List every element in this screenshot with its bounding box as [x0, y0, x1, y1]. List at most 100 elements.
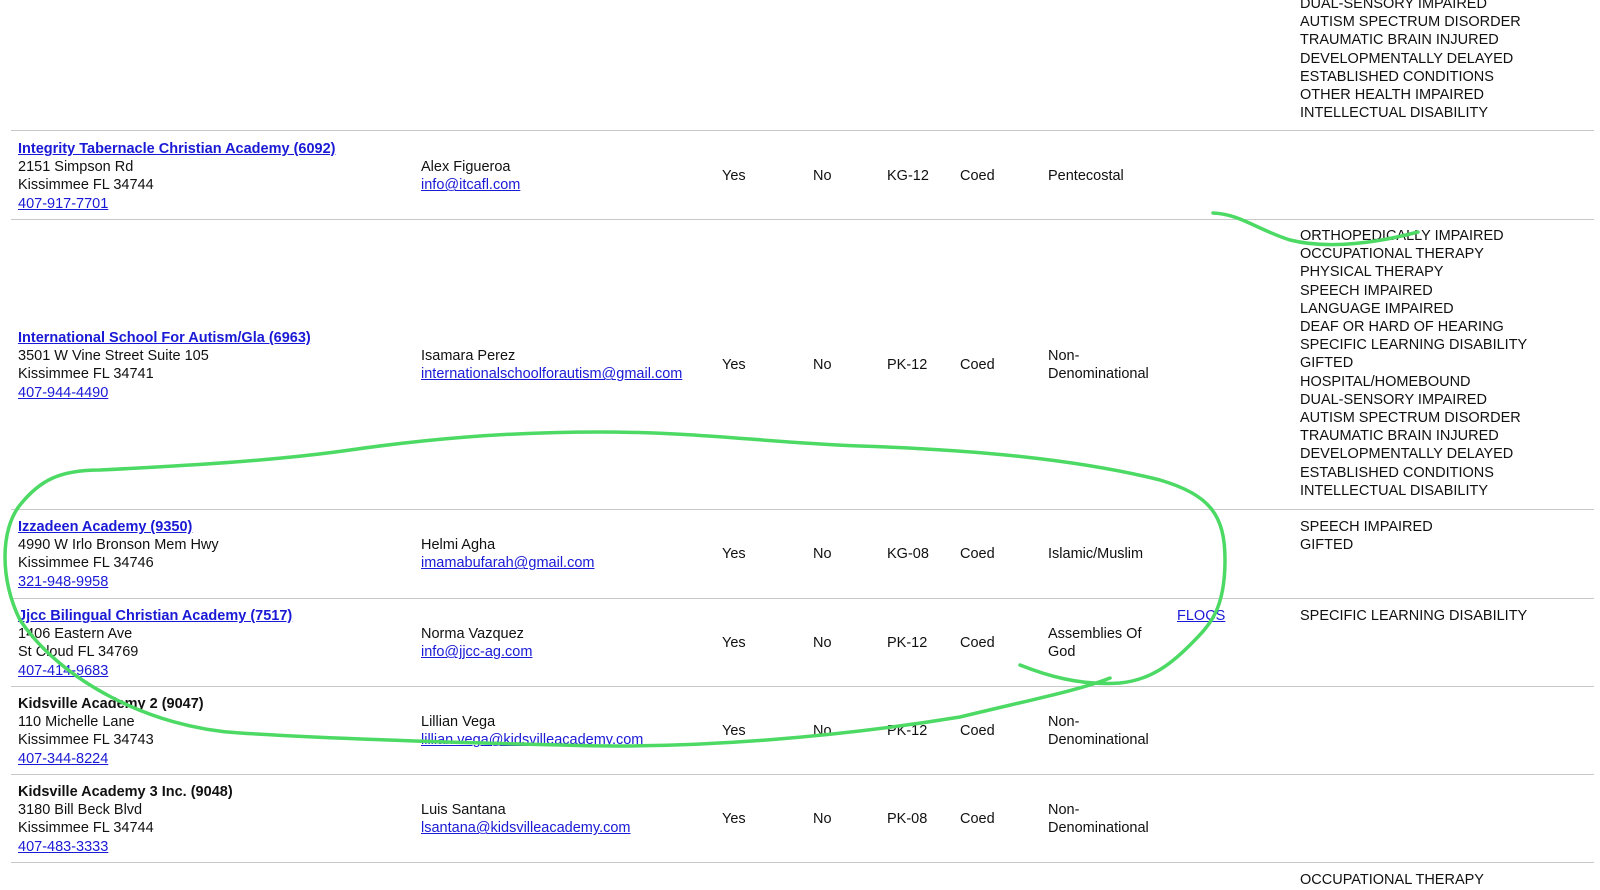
religion-line: Denominational [1048, 820, 1149, 837]
school-name-link[interactable]: International School For Autism/Gla (696… [18, 330, 311, 346]
row-divider [11, 598, 1594, 599]
exceptionality-item: DEVELOPMENTALLY DELAYED [1300, 446, 1514, 463]
religion-line: Non- [1048, 714, 1080, 730]
exceptionality-item: PHYSICAL THERAPY [1300, 264, 1444, 281]
religion-line: Assemblies Of [1048, 626, 1142, 642]
school-info: Kidsville Academy 2 (9047) 110 Michelle … [18, 695, 204, 768]
religion-line: Non- [1048, 348, 1080, 364]
phone-link[interactable]: 407-917-7701 [18, 196, 108, 212]
col-a-value: Yes [722, 811, 746, 827]
row-divider [11, 862, 1594, 863]
religion-line: Pentecostal [1048, 168, 1124, 184]
col-a-value: Yes [722, 635, 746, 651]
contact-info: Norma Vazquez info@jjcc-ag.com [421, 625, 532, 661]
gender-type: Coed [960, 357, 995, 373]
contact-info: Helmi Agha imamabufarah@gmail.com [421, 536, 594, 572]
contact-name: Luis Santana [421, 802, 506, 818]
phone-link[interactable]: 407-414-9683 [18, 663, 108, 679]
exceptionality-item: LANGUAGE IMPAIRED [1300, 300, 1454, 317]
gender-type: Coed [960, 546, 995, 562]
contact-info: Isamara Perez internationalschoolforauti… [421, 347, 682, 383]
exceptionality-item: AUTISM SPECTRUM DISORDER [1300, 14, 1521, 31]
exceptionality-item: SPECIFIC LEARNING DISABILITY [1300, 608, 1528, 624]
contact-name: Alex Figueroa [421, 159, 511, 175]
exceptionality-item: TRAUMATIC BRAIN INJURED [1300, 428, 1499, 445]
religion-line: Islamic/Muslim [1048, 546, 1144, 562]
col-a-value: Yes [722, 546, 746, 562]
gender-type: Coed [960, 635, 995, 651]
email-link[interactable]: internationalschoolforautism@gmail.com [421, 366, 682, 382]
col-b-value: No [813, 635, 832, 651]
exceptionality-item: OCCUPATIONAL THERAPY [1300, 872, 1484, 888]
address-line: 3180 Bill Beck Blvd [18, 802, 143, 819]
row-divider [11, 509, 1594, 510]
city-state-zip: Kissimmee FL 34744 [18, 177, 154, 194]
school-info: International School For Autism/Gla (696… [18, 329, 311, 402]
address-line: 2151 Simpson Rd [18, 159, 134, 176]
religious-affiliation: Non- Denominational [1048, 347, 1149, 383]
email-link[interactable]: info@itcafl.com [421, 177, 520, 193]
religious-affiliation: Non- Denominational [1048, 713, 1149, 749]
religious-affiliation: Non- Denominational [1048, 801, 1149, 837]
email-link[interactable]: lsantana@kidsvilleacademy.com [421, 820, 631, 836]
religion-line: God [1048, 644, 1076, 661]
school-name-link[interactable]: Jjcc Bilingual Christian Academy (7517) [18, 608, 292, 624]
school-name-link[interactable]: Izzadeen Academy (9350) [18, 519, 192, 535]
school-name: Kidsville Academy 3 Inc. (9048) [18, 784, 233, 800]
col-b-value: No [813, 811, 832, 827]
address-line: 3501 W Vine Street Suite 105 [18, 348, 209, 365]
exceptionality-item: ORTHOPEDICALLY IMPAIRED [1300, 228, 1504, 244]
exceptionality-item: HOSPITAL/HOMEBOUND [1300, 373, 1471, 390]
exceptionality-item: DEAF OR HARD OF HEARING [1300, 319, 1504, 336]
accreditation-link[interactable]: FLOCS [1177, 608, 1225, 624]
school-info: Izzadeen Academy (9350) 4990 W Irlo Bron… [18, 518, 219, 591]
phone-link[interactable]: 407-344-8224 [18, 751, 108, 767]
contact-name: Isamara Perez [421, 348, 516, 364]
exceptionality-item: INTELLECTUAL DISABILITY [1300, 105, 1489, 122]
grade-range: PK-12 [887, 357, 928, 373]
school-name: Kidsville Academy 2 (9047) [18, 696, 204, 712]
contact-name: Norma Vazquez [421, 626, 524, 642]
school-name-link[interactable]: Integrity Tabernacle Christian Academy (… [18, 141, 336, 157]
col-b-value: No [813, 723, 832, 739]
exceptionalities-list-continued: DUAL-SENSORY IMPAIRED AUTISM SPECTRUM DI… [1300, 0, 1521, 122]
col-a-value: Yes [722, 357, 746, 373]
row-divider [11, 219, 1594, 220]
address-line: 4990 W Irlo Bronson Mem Hwy [18, 537, 219, 554]
exceptionality-item: AUTISM SPECTRUM DISORDER [1300, 410, 1521, 427]
exceptionality-item: ESTABLISHED CONDITIONS [1300, 464, 1494, 481]
exceptionalities-list-next: OCCUPATIONAL THERAPY [1300, 871, 1484, 889]
exceptionality-item: DUAL-SENSORY IMPAIRED [1300, 391, 1487, 408]
phone-link[interactable]: 321-948-9958 [18, 574, 108, 590]
contact-info: Luis Santana lsantana@kidsvilleacademy.c… [421, 801, 631, 837]
email-link[interactable]: lillian.vega@kidsvilleacademy.com [421, 732, 643, 748]
grade-range: PK-12 [887, 635, 928, 651]
exceptionality-item: DEVELOPMENTALLY DELAYED [1300, 50, 1514, 67]
religious-affiliation: Islamic/Muslim [1048, 545, 1143, 563]
col-a-value: Yes [722, 723, 746, 739]
school-info: Integrity Tabernacle Christian Academy (… [18, 140, 336, 213]
city-state-zip: Kissimmee FL 34746 [18, 555, 154, 572]
grade-range: KG-12 [887, 168, 929, 184]
city-state-zip: Kissimmee FL 34744 [18, 820, 154, 837]
email-link[interactable]: info@jjcc-ag.com [421, 644, 532, 660]
row-divider [11, 774, 1594, 775]
exceptionality-item: GIFTED [1300, 537, 1354, 554]
col-b-value: No [813, 357, 832, 373]
accreditation: FLOCS [1177, 607, 1225, 625]
col-b-value: No [813, 546, 832, 562]
religious-affiliation: Assemblies Of God [1048, 625, 1141, 661]
phone-link[interactable]: 407-944-4490 [18, 385, 108, 401]
religion-line: Non- [1048, 802, 1080, 818]
row-divider [11, 686, 1594, 687]
exceptionalities-list: SPEECH IMPAIRED GIFTED [1300, 518, 1433, 554]
email-link[interactable]: imamabufarah@gmail.com [421, 555, 594, 571]
exceptionality-item: OTHER HEALTH IMPAIRED [1300, 87, 1484, 104]
religious-affiliation: Pentecostal [1048, 167, 1124, 185]
address-line: 1406 Eastern Ave [18, 626, 133, 643]
exceptionalities-list: SPECIFIC LEARNING DISABILITY [1300, 607, 1527, 625]
phone-link[interactable]: 407-483-3333 [18, 839, 108, 855]
school-info: Jjcc Bilingual Christian Academy (7517) … [18, 607, 292, 680]
contact-name: Helmi Agha [421, 537, 496, 553]
school-info: Kidsville Academy 3 Inc. (9048) 3180 Bil… [18, 783, 233, 856]
